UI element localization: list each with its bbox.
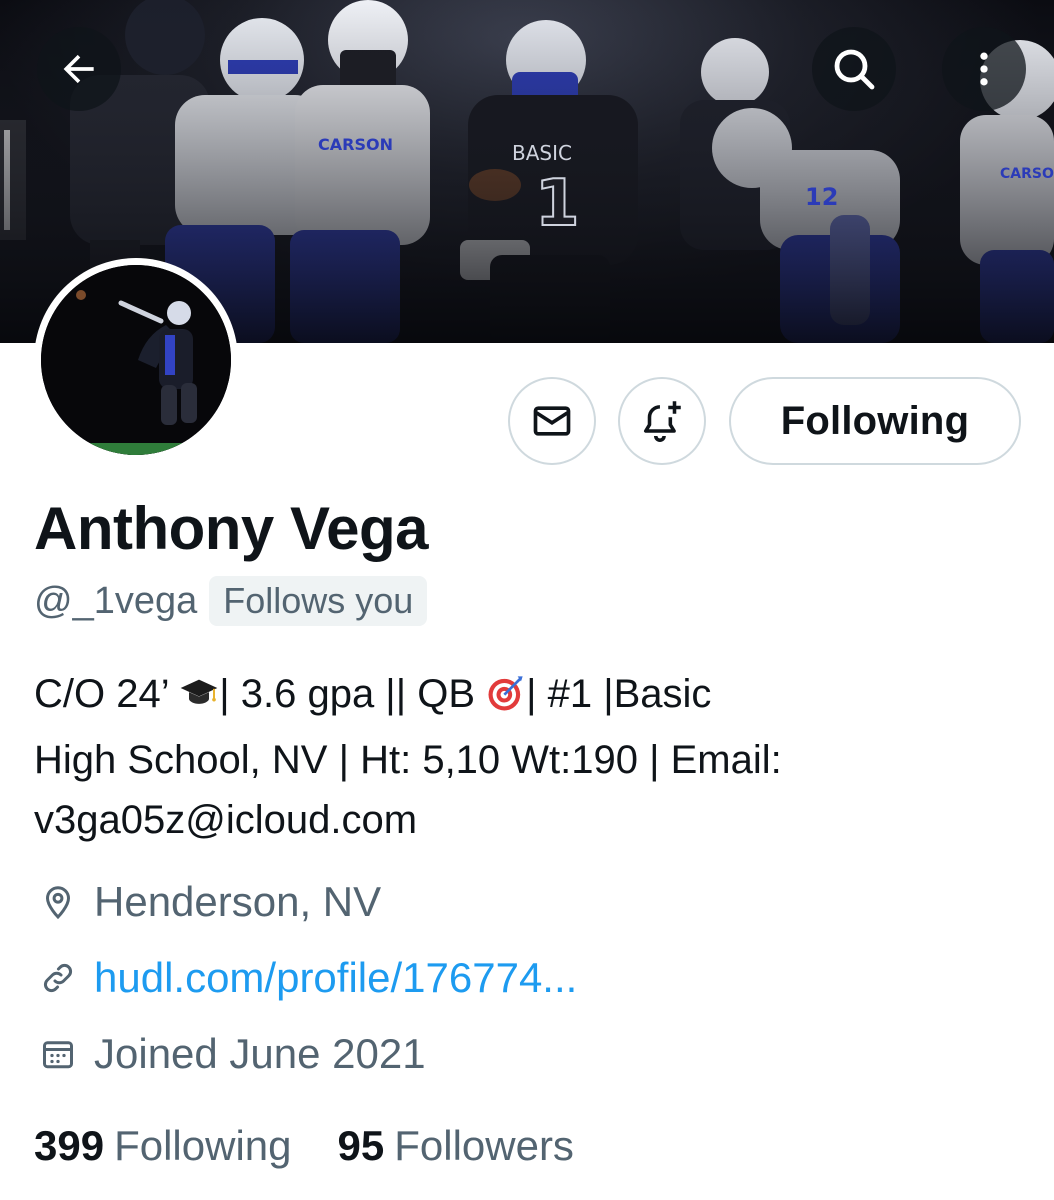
direct-hit-icon — [486, 670, 526, 730]
bio-line-3[interactable]: v3ga05z@icloud.com — [34, 790, 1024, 850]
graduation-cap-icon — [179, 670, 219, 730]
envelope-icon — [533, 406, 571, 436]
handle-row: @_1vega Follows you — [34, 576, 428, 626]
bio-text: | 3.6 gpa || QB — [219, 672, 487, 716]
back-button[interactable] — [37, 27, 121, 111]
avatar-image — [41, 265, 231, 455]
link-icon — [36, 956, 80, 1000]
bio-line-2: High School, NV | Ht: 5,10 Wt:190 | Emai… — [34, 738, 782, 782]
avatar[interactable] — [34, 258, 238, 462]
follow-stats: 399 Following 95 Followers — [34, 1122, 620, 1170]
arrow-left-icon — [63, 54, 94, 84]
location-text: Henderson, NV — [94, 878, 382, 925]
location-pin-icon — [36, 880, 80, 924]
notifications-button[interactable] — [618, 377, 706, 465]
bio-text: C/O 24’ — [34, 672, 180, 716]
following-button[interactable]: Following — [729, 377, 1021, 465]
more-vertical-icon — [980, 52, 988, 86]
jersey-text-carson-2: CARSON — [1000, 166, 1054, 182]
bio-text: | #1 |Basic — [526, 672, 712, 716]
jersey-number-1: 1 — [535, 167, 580, 241]
followers-label: Followers — [394, 1122, 574, 1169]
calendar-icon — [36, 1032, 80, 1076]
profile-bio: C/O 24’ | 3.6 gpa || QB | #1 |Basic High… — [34, 664, 1024, 850]
more-options-button[interactable] — [942, 27, 1026, 111]
bell-plus-icon — [643, 401, 681, 442]
jersey-text-carson-1: CARSON — [318, 135, 393, 154]
following-stat[interactable]: 399 Following — [34, 1122, 292, 1170]
profile-handle: @_1vega — [34, 579, 198, 622]
follows-you-badge: Follows you — [209, 576, 428, 626]
following-count: 399 — [34, 1122, 105, 1169]
following-label: Following — [114, 1122, 292, 1169]
jersey-text-basic: BASIC — [512, 141, 572, 165]
followers-stat[interactable]: 95 Followers — [338, 1122, 574, 1170]
profile-name: Anthony Vega — [34, 495, 429, 562]
website-row: hudl.com/profile/176774... — [36, 954, 577, 1002]
followers-count: 95 — [337, 1122, 385, 1169]
location-row: Henderson, NV — [36, 878, 381, 926]
search-button[interactable] — [812, 27, 896, 111]
message-button[interactable] — [508, 377, 596, 465]
joined-text: Joined June 2021 — [94, 1030, 426, 1077]
bio-line-1: C/O 24’ | 3.6 gpa || QB | #1 |Basic — [34, 664, 1024, 730]
joined-row: Joined June 2021 — [36, 1030, 426, 1078]
website-link[interactable]: hudl.com/profile/176774... — [94, 954, 577, 1002]
search-icon — [834, 49, 875, 90]
avatar-photo — [41, 265, 231, 455]
jersey-number-12: 12 — [805, 183, 838, 211]
